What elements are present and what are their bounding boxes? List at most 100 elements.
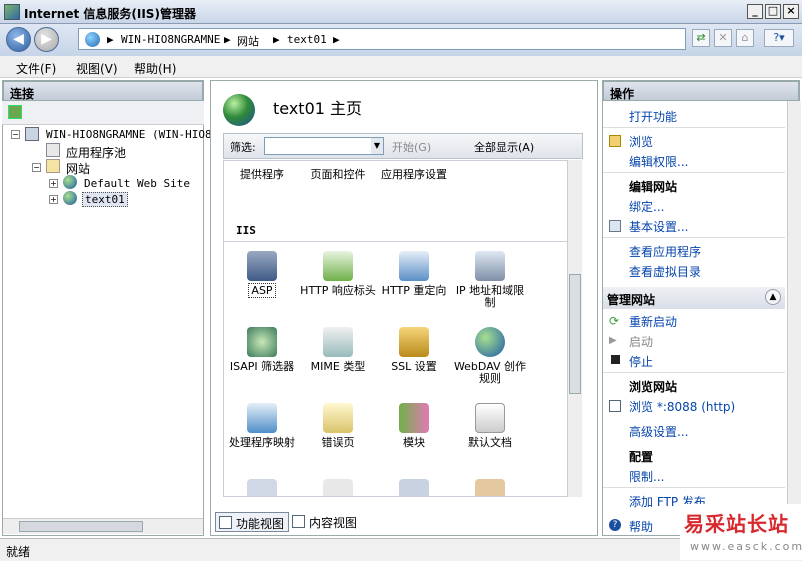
app-pool-icon	[46, 143, 60, 157]
connect-icon[interactable]	[8, 105, 22, 119]
collapse-icon[interactable]: ▲	[765, 289, 781, 305]
action-bindings[interactable]: 绑定...	[629, 198, 664, 215]
feature-http-redirect[interactable]: HTTP 重定向	[376, 251, 452, 297]
filter-toolbar: 筛选: ▼ 开始(G) 全部显示(A)	[223, 133, 583, 159]
mime-icon	[323, 327, 353, 357]
help-icon[interactable]: ?▾	[764, 29, 794, 47]
horizontal-scrollbar[interactable]	[3, 518, 203, 534]
expand-site2-icon[interactable]: +	[49, 195, 58, 204]
watermark-title: 易采站长站	[684, 512, 789, 536]
tree-site-default[interactable]: Default Web Site	[84, 177, 190, 190]
section-browse-site: 浏览网站	[629, 380, 678, 394]
action-open-feature[interactable]: 打开功能	[629, 108, 677, 125]
minimize-button[interactable]: _	[747, 4, 763, 19]
default-doc-icon	[475, 403, 505, 433]
maximize-button[interactable]: □	[765, 4, 781, 19]
action-browse-port[interactable]: 浏览 *:8088 (http)	[629, 398, 735, 415]
feature-handler-mappings[interactable]: 处理程序映射	[224, 403, 300, 449]
menu-help[interactable]: 帮助(H)	[134, 60, 176, 77]
action-start[interactable]: 启动	[629, 333, 653, 350]
feature-isapi-filters[interactable]: ISAPI 筛选器	[224, 327, 300, 373]
feature-providers[interactable]: 提供程序	[224, 169, 300, 181]
ip-restrict-icon	[475, 251, 505, 281]
collapse-server-icon[interactable]: −	[11, 130, 20, 139]
feature-asp[interactable]: ASP	[224, 251, 300, 298]
webdav-icon	[475, 327, 505, 357]
action-restart[interactable]: 重新启动	[629, 313, 677, 330]
feature-modules[interactable]: 模块	[376, 403, 452, 449]
show-all-button[interactable]: 全部显示(A)	[474, 139, 534, 155]
breadcrumb-site[interactable]: text01	[287, 33, 327, 46]
section-iis: IIS	[236, 224, 256, 237]
back-button[interactable]: ◀	[6, 27, 31, 52]
status-text: 就绪	[6, 545, 31, 559]
globe-icon	[63, 191, 77, 205]
isapi-icon	[247, 327, 277, 357]
breadcrumb[interactable]: ▶ WIN-HIO8NGRAMNE ▶ 网站 ▶ text01 ▶	[78, 28, 686, 50]
stop-icon[interactable]: ✕	[714, 29, 732, 47]
browse-icon	[609, 400, 621, 412]
sites-folder-icon	[46, 159, 60, 173]
http-headers-icon	[323, 251, 353, 281]
action-browse[interactable]: 浏览	[629, 133, 653, 150]
authentication-icon	[475, 479, 505, 496]
action-advanced-settings[interactable]: 高级设置...	[629, 423, 688, 440]
section-manage-site: 管理网站 ▲	[603, 287, 785, 309]
title-bar: Internet 信息服务(IIS)管理器 _ □ ×	[0, 0, 802, 24]
vertical-scrollbar[interactable]	[567, 160, 582, 497]
actions-pane: 操作 打开功能 浏览 编辑权限... 编辑网站 绑定... 基本设置... 查看…	[602, 80, 801, 536]
tree-server[interactable]: WIN-HIO8NGRAMNE (WIN-HIO8N	[46, 128, 218, 141]
feature-ssl[interactable]: SSL 设置	[376, 327, 452, 373]
tree-app-pools[interactable]: 应用程序池	[66, 144, 126, 161]
handler-icon	[247, 403, 277, 433]
breadcrumb-sites[interactable]: 网站	[237, 33, 259, 49]
feature-app-settings[interactable]: 应用程序设置	[376, 169, 452, 181]
watermark: 易采站长站 www.easck.com	[680, 504, 802, 560]
feature-mime-types[interactable]: MIME 类型	[300, 327, 376, 373]
feature-ip-restrictions[interactable]: IP 地址和域限制	[452, 251, 528, 309]
collapse-sites-icon[interactable]: −	[32, 163, 41, 172]
action-view-apps[interactable]: 查看应用程序	[629, 243, 701, 260]
action-help[interactable]: 帮助	[629, 518, 653, 535]
filter-input[interactable]: ▼	[264, 137, 384, 155]
server-icon	[25, 127, 39, 141]
tab-content-view[interactable]: 内容视图	[289, 512, 361, 532]
feature-error-pages[interactable]: 错误页	[300, 403, 376, 449]
feature-default-document[interactable]: 默认文档	[452, 403, 528, 449]
actions-scrollbar[interactable]	[787, 101, 801, 535]
restart-icon: ⟳	[609, 314, 620, 328]
explore-icon	[609, 135, 621, 147]
help-icon: ?	[609, 519, 621, 531]
tab-feature-view[interactable]: 功能视图	[215, 512, 290, 532]
page-title: text01 主页	[273, 99, 363, 118]
close-button[interactable]: ×	[783, 4, 799, 19]
menu-file[interactable]: 文件(F)	[16, 60, 56, 77]
refresh-icon[interactable]: ⇄	[692, 29, 710, 47]
feature-http-headers[interactable]: HTTP 响应标头	[300, 251, 376, 297]
feature-pages-controls[interactable]: 页面和控件	[300, 169, 376, 181]
menu-view[interactable]: 视图(V)	[76, 60, 118, 77]
feature-webdav[interactable]: WebDAV 创作规则	[452, 327, 528, 385]
action-stop[interactable]: 停止	[629, 353, 653, 370]
tree-site-text01[interactable]: text01	[82, 192, 128, 207]
expand-site1-icon[interactable]: +	[49, 179, 58, 188]
watermark-url: www.easck.com	[690, 540, 802, 553]
settings-icon	[609, 220, 621, 232]
home-icon[interactable]: ⌂	[736, 29, 754, 47]
site-globe-icon	[223, 94, 255, 126]
iis-app-icon	[4, 4, 20, 20]
lock-icon	[399, 327, 429, 357]
action-limits[interactable]: 限制...	[629, 468, 664, 485]
globe-icon	[85, 32, 100, 47]
action-view-vdirs[interactable]: 查看虚拟目录	[629, 263, 701, 280]
content-view-icon	[292, 515, 305, 528]
forward-button[interactable]: ▶	[34, 27, 59, 52]
action-basic-settings[interactable]: 基本设置...	[629, 218, 688, 235]
action-edit-permissions[interactable]: 编辑权限...	[629, 153, 688, 170]
start-icon: ▶	[609, 335, 617, 346]
start-button[interactable]: 开始(G)	[392, 139, 431, 155]
dropdown-icon[interactable]: ▼	[371, 138, 383, 154]
feature-view-icon	[219, 516, 232, 529]
section-edit-site: 编辑网站	[629, 180, 678, 194]
breadcrumb-server[interactable]: WIN-HIO8NGRAMNE	[121, 33, 220, 46]
